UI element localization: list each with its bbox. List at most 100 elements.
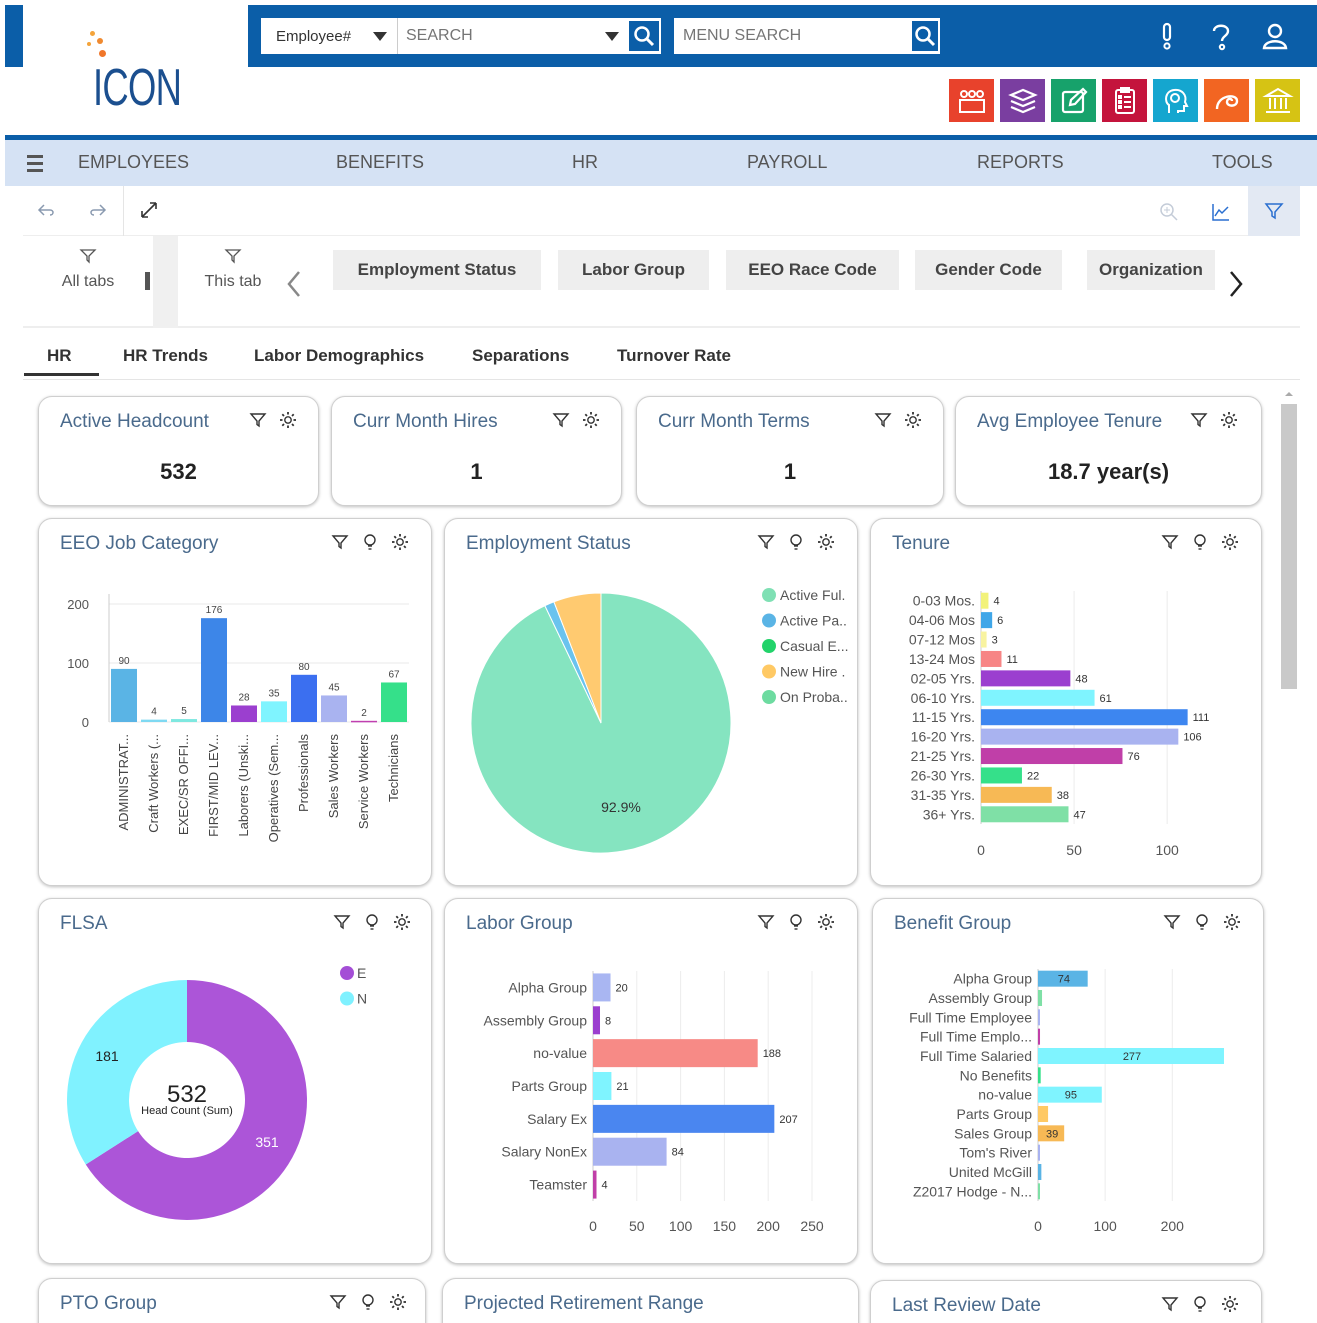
user-icon[interactable]	[1261, 21, 1289, 51]
settings-icon[interactable]	[1221, 1295, 1239, 1313]
nav-benefits[interactable]: BENEFITS	[336, 152, 424, 173]
menu-search-input[interactable]	[683, 27, 910, 45]
data-label: 28	[238, 692, 250, 703]
filter-chip-eeo-race-code[interactable]: EEO Race Code	[726, 250, 899, 290]
search-icon	[915, 26, 935, 47]
chart-icon[interactable]	[1211, 202, 1231, 222]
zoom-icon[interactable]	[1159, 202, 1179, 222]
expand-icon[interactable]	[139, 200, 159, 220]
filter-chip-employment-status[interactable]: Employment Status	[333, 250, 541, 290]
logo-dot	[90, 31, 95, 36]
legend-marker	[340, 966, 354, 980]
help-icon[interactable]	[1207, 21, 1235, 51]
y-tick-label: Full Time Emplo...	[920, 1029, 1032, 1045]
y-tick-label: 04-06 Mos	[909, 612, 975, 628]
legend-label: Active Pa..	[780, 613, 847, 629]
chevron-down-icon[interactable]	[605, 31, 619, 41]
data-label: 90	[118, 656, 130, 667]
bar	[1038, 1106, 1049, 1122]
module-brain-button[interactable]	[1153, 79, 1198, 122]
bar	[981, 592, 989, 609]
search-field-select[interactable]: Employee#	[261, 18, 398, 54]
card-title: Active Headcount	[60, 411, 209, 432]
filter-panel-toggle[interactable]	[1248, 186, 1300, 236]
nav-payroll[interactable]: PAYROLL	[747, 152, 827, 173]
tab-separations[interactable]: Separations	[472, 346, 569, 366]
settings-icon[interactable]	[279, 411, 297, 429]
settings-icon[interactable]	[389, 1293, 407, 1311]
swirl-icon	[1215, 94, 1238, 109]
bar	[351, 720, 377, 723]
y-tick-label: 200	[67, 597, 89, 612]
bar	[593, 1170, 597, 1199]
this-tab-filter[interactable]: This tab	[178, 236, 288, 328]
nav-reports[interactable]: REPORTS	[977, 152, 1064, 173]
kpi-card-curr-month-hires: Curr Month Hires 1	[331, 396, 622, 506]
icon-logo[interactable]: ICON	[85, 28, 195, 118]
module-people-button[interactable]	[949, 79, 994, 122]
module-stack-button[interactable]	[1000, 79, 1045, 122]
settings-icon[interactable]	[582, 411, 600, 429]
data-label: 76	[1127, 751, 1139, 763]
settings-icon[interactable]	[904, 411, 922, 429]
search-button[interactable]	[627, 19, 661, 53]
filter-chip-organization[interactable]: Organization	[1087, 250, 1215, 290]
bar	[1038, 1028, 1041, 1045]
filter-icon[interactable]	[1190, 411, 1208, 429]
bar	[981, 650, 1002, 667]
hamburger-menu-icon[interactable]	[27, 151, 43, 176]
x-tick-label: 200	[1161, 1218, 1185, 1234]
redo-icon[interactable]	[87, 202, 107, 218]
filter-icon[interactable]	[1161, 1295, 1179, 1313]
filter-icon[interactable]	[329, 1293, 347, 1311]
insight-bulb-icon[interactable]	[359, 1293, 377, 1311]
y-tick-label: 21-25 Yrs.	[911, 748, 975, 764]
chevron-right-icon[interactable]	[1228, 270, 1244, 298]
scrollbar-thumb[interactable]	[1281, 404, 1297, 689]
undo-icon[interactable]	[37, 202, 57, 218]
bar	[981, 748, 1123, 765]
bar	[981, 786, 1052, 803]
legend-marker	[762, 664, 776, 679]
settings-icon[interactable]	[1220, 411, 1238, 429]
alert-icon[interactable]	[1153, 21, 1181, 51]
filter-chip-labor-group[interactable]: Labor Group	[558, 250, 709, 290]
x-tick-label: Service Workers	[356, 734, 371, 830]
nav-tools[interactable]: TOOLS	[1212, 152, 1273, 173]
chevron-left-icon[interactable]	[286, 270, 302, 298]
tab-turnover-rate[interactable]: Turnover Rate	[617, 346, 731, 366]
bar	[593, 1006, 601, 1035]
module-bank-button[interactable]	[1255, 79, 1300, 122]
toolbar-divider	[123, 186, 124, 236]
data-label: 4	[151, 707, 157, 718]
tab-hr-trends[interactable]: HR Trends	[123, 346, 208, 366]
insight-bulb-icon[interactable]	[1191, 1295, 1209, 1313]
menu-search-button[interactable]	[909, 19, 940, 53]
x-tick-label: 250	[800, 1218, 824, 1234]
all-tabs-filter[interactable]: All tabs	[23, 236, 153, 328]
y-tick-label: United McGill	[949, 1164, 1032, 1180]
search-input[interactable]	[406, 27, 601, 45]
scroll-up-icon[interactable]	[1284, 390, 1294, 398]
nav-hr[interactable]: HR	[572, 152, 598, 173]
data-label: 2	[361, 708, 367, 719]
kpi-value: 18.7 year(s)	[1047, 459, 1170, 484]
module-edit-button[interactable]	[1051, 79, 1096, 122]
x-tick-label: 100	[669, 1218, 693, 1234]
donut-segment	[67, 980, 187, 1165]
filter-icon[interactable]	[874, 411, 892, 429]
tab-labor-demographics[interactable]: Labor Demographics	[254, 346, 424, 366]
module-swirl-button[interactable]	[1204, 79, 1249, 122]
bar	[593, 1039, 758, 1068]
filter-icon[interactable]	[249, 411, 267, 429]
tab-hr[interactable]: HR	[24, 346, 98, 376]
x-tick-label: FIRST/MID LEV...	[206, 734, 221, 837]
filter-chip-gender-code[interactable]: Gender Code	[915, 250, 1062, 290]
y-tick-label: Alpha Group	[953, 971, 1032, 987]
module-checklist-button[interactable]	[1102, 79, 1147, 122]
legend-marker	[762, 588, 776, 602]
nav-employees[interactable]: EMPLOYEES	[78, 152, 189, 173]
x-tick-label: Technicians	[386, 734, 401, 802]
filter-icon[interactable]	[552, 411, 570, 429]
legend-marker	[762, 613, 776, 628]
